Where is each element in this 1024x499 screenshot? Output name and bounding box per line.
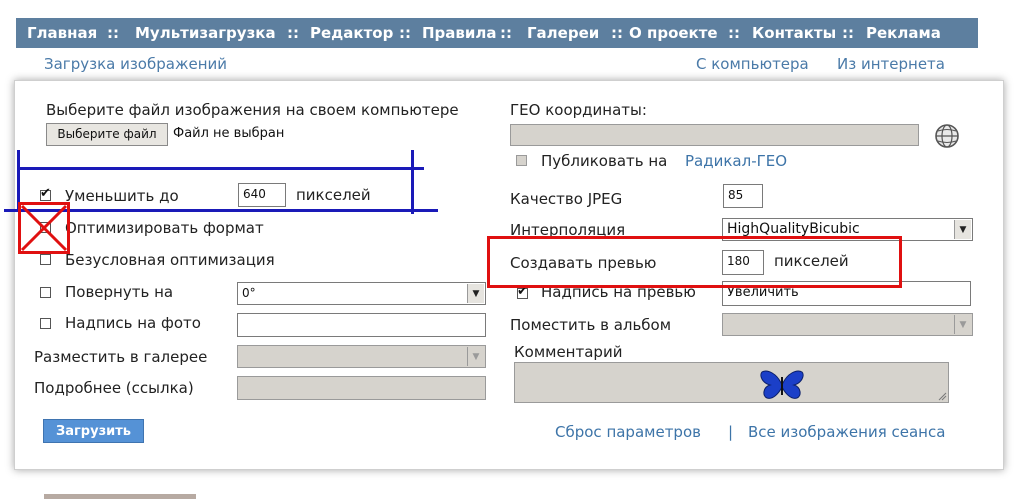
radikal-geo-link[interactable]: Радикал-ГЕО — [685, 152, 787, 170]
caption-input[interactable] — [237, 313, 486, 337]
rotate-label: Повернуть на — [65, 283, 174, 301]
globe-icon[interactable] — [933, 123, 961, 149]
more-link-input[interactable] — [237, 376, 486, 400]
reset-params-link[interactable]: Сброс параметров — [555, 423, 701, 441]
jpeg-quality-label: Качество JPEG — [510, 190, 623, 208]
nav-separator: :: — [500, 24, 512, 42]
nav-separator: :: — [611, 24, 623, 42]
reduce-unit-label: пикселей — [296, 186, 371, 204]
publish-label: Публиковать на — [541, 152, 668, 170]
jpeg-quality-input[interactable]: 85 — [723, 184, 763, 208]
upload-button[interactable]: Загрузить — [43, 419, 144, 443]
nav-item-ads[interactable]: Реклама — [866, 24, 941, 42]
comment-textarea[interactable] — [514, 362, 949, 403]
tab-from-computer[interactable]: С компьютера — [696, 55, 809, 73]
unconditional-optimize-label: Безусловная оптимизация — [65, 251, 275, 269]
caption-checkbox[interactable] — [40, 318, 51, 329]
gallery-select[interactable]: ▼ — [237, 345, 486, 368]
annotation-blue-line-left — [17, 150, 20, 210]
annotation-blue-line-top — [18, 167, 424, 170]
unconditional-optimize-checkbox[interactable] — [40, 254, 51, 265]
nav-separator: :: — [107, 24, 119, 42]
more-link-label: Подробнее (ссылка) — [34, 379, 194, 397]
nav-separator: :: — [842, 24, 854, 42]
nav-item-editor[interactable]: Редактор — [310, 24, 393, 42]
no-file-status: Файл не выбран — [173, 126, 285, 141]
nav-item-contacts[interactable]: Контакты — [752, 24, 836, 42]
caption-label: Надпись на фото — [65, 314, 201, 332]
optimize-label: Оптимизировать формат — [65, 219, 264, 237]
geo-coordinates-input[interactable] — [510, 124, 919, 146]
reduce-checkbox[interactable] — [40, 186, 51, 201]
nav-item-about[interactable]: О проекте — [629, 24, 718, 42]
cropped-thumbnail — [44, 494, 196, 499]
chevron-down-icon: ▼ — [467, 284, 484, 303]
resize-grip-icon[interactable] — [937, 391, 947, 401]
album-label: Поместить в альбом — [510, 316, 672, 334]
album-select[interactable]: ▼ — [722, 313, 973, 336]
publish-geo-checkbox[interactable] — [516, 155, 527, 166]
choose-file-button[interactable]: Выберите файл — [46, 123, 168, 146]
nav-separator: :: — [399, 24, 411, 42]
rotate-select[interactable]: 0° ▼ — [237, 282, 486, 305]
nav-item-rules[interactable]: Правила — [422, 24, 497, 42]
rotate-select-value: 0° — [242, 286, 256, 300]
chevron-down-icon: ▼ — [467, 347, 484, 366]
nav-item-home[interactable]: Главная — [27, 24, 97, 42]
interpolation-select-value: HighQualityBicubic — [727, 221, 860, 237]
annotation-blue-line-right — [411, 150, 414, 214]
nav-item-galleries[interactable]: Галереи — [527, 24, 599, 42]
nav-separator: :: — [728, 24, 740, 42]
comment-label: Комментарий — [514, 343, 623, 361]
chevron-down-icon: ▼ — [954, 220, 971, 239]
butterfly-icon — [760, 370, 804, 399]
geo-label: ГЕО координаты: — [510, 101, 647, 119]
tab-from-internet[interactable]: Из интернета — [837, 55, 945, 73]
choose-file-prompt: Выберите файл изображения на своем компь… — [46, 101, 459, 119]
chevron-down-icon: ▼ — [954, 315, 971, 334]
nav-item-multiupload[interactable]: Мультизагрузка — [135, 24, 276, 42]
page-title: Загрузка изображений — [44, 55, 227, 73]
annotation-red-cross — [20, 204, 68, 252]
reduce-size-input[interactable]: 640 — [238, 183, 286, 207]
top-navigation: Главная :: Мультизагрузка :: Редактор ::… — [16, 18, 978, 48]
annotation-red-box-preview — [487, 236, 902, 288]
rotate-checkbox[interactable] — [40, 287, 51, 298]
gallery-label: Разместить в галерее — [34, 348, 208, 366]
link-separator: | — [728, 423, 734, 441]
all-session-images-link[interactable]: Все изображения сеанса — [748, 423, 945, 441]
nav-separator: :: — [287, 24, 299, 42]
preview-caption-checkbox[interactable] — [517, 284, 528, 299]
reduce-label: Уменьшить до — [65, 187, 179, 205]
